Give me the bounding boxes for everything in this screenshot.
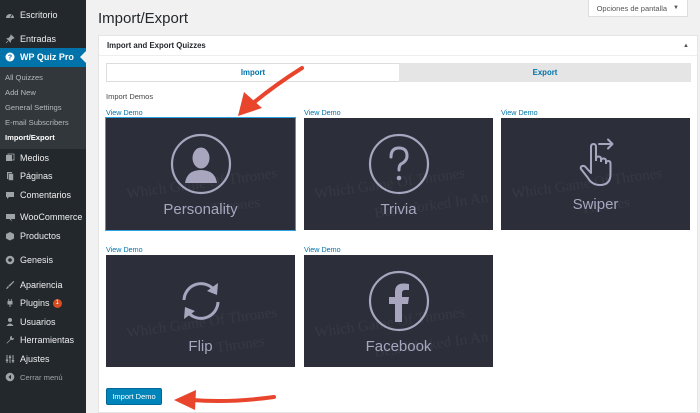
sidebar-item-label: Productos: [20, 230, 61, 241]
sidebar-item-paginas[interactable]: Páginas: [0, 167, 86, 186]
submenu-all-quizzes[interactable]: All Quizzes: [0, 70, 86, 85]
facebook-icon: [368, 270, 429, 332]
sidebar-item-medios[interactable]: Medios: [0, 149, 86, 168]
sidebar-item-entradas[interactable]: Entradas: [0, 30, 86, 49]
person-icon: [170, 133, 231, 195]
pin-icon: [2, 34, 18, 44]
wp-quiz-pro-submenu: All Quizzes Add New General Settings E-m…: [0, 66, 86, 149]
postbox-header[interactable]: Import and Export Quizzes ▲: [99, 36, 697, 56]
sidebar-item-comentarios[interactable]: Comentarios: [0, 186, 86, 205]
page-title: Import/Export: [98, 10, 189, 27]
demo-thumbnail[interactable]: Which Game Of Thrones Thrones Swiper: [501, 118, 690, 230]
red-arrow-pointer: [238, 66, 304, 116]
import-demos-label: Import Demos: [106, 92, 154, 101]
sidebar-item-herramientas[interactable]: Herramientas: [0, 331, 86, 350]
collapse-menu-button[interactable]: Cerrar menú: [0, 368, 86, 387]
demo-name: Flip: [188, 338, 213, 355]
media-icon: [2, 153, 18, 163]
sidebar-item-label: WP Quiz Pro: [20, 52, 74, 63]
collapse-toggle-icon[interactable]: ▲: [683, 43, 689, 49]
woocommerce-icon: [2, 213, 18, 222]
sidebar-item-label: Apariencia: [20, 279, 63, 290]
sidebar-item-wp-quiz-pro[interactable]: ? WP Quiz Pro: [0, 48, 86, 67]
sidebar-item-plugins[interactable]: Plugins 1: [0, 294, 86, 313]
plugins-icon: [2, 298, 18, 308]
demo-name: Swiper: [572, 196, 619, 213]
sidebar-item-label: Genesis: [20, 255, 54, 266]
question-icon: ?: [2, 52, 18, 62]
submenu-add-new[interactable]: Add New: [0, 85, 86, 100]
collapse-icon: [2, 372, 18, 382]
submenu-email-subscribers[interactable]: E-mail Subscribers: [0, 115, 86, 130]
swipe-hand-icon: [579, 138, 613, 186]
postbox-title: Import and Export Quizzes: [107, 41, 206, 50]
tools-icon: [2, 335, 18, 345]
sidebar-item-ajustes[interactable]: Ajustes: [0, 350, 86, 369]
svg-text:?: ?: [8, 55, 12, 62]
import-export-tabs: Import Export: [106, 63, 691, 82]
import-export-postbox: Import and Export Quizzes ▲ Import Expor…: [98, 35, 698, 413]
demo-card-swiper: View Demo Which Game Of Thrones Thrones …: [501, 108, 690, 230]
dashboard-icon: [2, 10, 18, 20]
sidebar-item-label: Plugins: [20, 298, 50, 309]
question-mark-icon: [368, 133, 429, 195]
view-demo-link[interactable]: View Demo: [304, 245, 493, 255]
sidebar-item-genesis[interactable]: Genesis: [0, 251, 86, 270]
sidebar-item-label: Herramientas: [20, 335, 75, 346]
sidebar-item-escritorio[interactable]: Escritorio: [0, 6, 86, 25]
demo-thumbnail[interactable]: Which Game Of Thrones Thrones Flip: [106, 255, 295, 367]
sidebar-item-label: Comentarios: [20, 189, 72, 200]
sidebar-item-usuarios[interactable]: Usuarios: [0, 313, 86, 332]
demo-name: Facebook: [365, 338, 432, 355]
import-demo-button[interactable]: Import Demo: [106, 388, 162, 405]
demo-thumbnail[interactable]: Which Game Of Thrones Best Worked In An …: [304, 118, 493, 230]
demo-thumbnail[interactable]: Which Game Of Thrones Thrones Personalit…: [105, 117, 296, 231]
sidebar-item-label: Usuarios: [20, 316, 56, 327]
sidebar-item-label: WooCommerce: [20, 212, 83, 223]
refresh-arrows-icon: [182, 282, 219, 320]
screen-options-button[interactable]: Opciones de pantalla ▼: [587, 0, 688, 17]
view-demo-link[interactable]: View Demo: [106, 245, 295, 255]
caret-down-icon: ▼: [673, 5, 679, 11]
screen-options-label: Opciones de pantalla: [596, 3, 668, 13]
sidebar-item-label: Escritorio: [20, 10, 58, 21]
demo-card-trivia: View Demo Which Game Of Thrones Best Wor…: [304, 108, 493, 230]
demo-card-flip: View Demo Which Game Of Thrones Thrones …: [106, 245, 295, 367]
demo-thumbnail[interactable]: Which Game Of Thrones Best Worked In An …: [304, 255, 493, 367]
genesis-icon: [2, 255, 18, 265]
submenu-general-settings[interactable]: General Settings: [0, 100, 86, 115]
submenu-import-export[interactable]: Import/Export: [0, 130, 86, 145]
sidebar-item-woocommerce[interactable]: WooCommerce: [0, 208, 86, 227]
pages-icon: [2, 171, 18, 182]
sidebar-item-label: Entradas: [20, 33, 57, 44]
demo-card-personality: View Demo Which Game Of Thrones Thrones …: [105, 108, 296, 231]
sidebar-item-label: Medios: [20, 152, 50, 163]
view-demo-link[interactable]: View Demo: [304, 108, 493, 118]
sidebar-item-apariencia[interactable]: Apariencia: [0, 276, 86, 295]
comments-icon: [2, 190, 18, 200]
red-arrow-pointer: [174, 390, 276, 410]
view-demo-link[interactable]: View Demo: [501, 108, 690, 118]
demo-name: Personality: [163, 201, 238, 218]
products-icon: [2, 231, 18, 241]
sidebar-item-label: Ajustes: [20, 353, 50, 364]
users-icon: [2, 317, 18, 327]
demo-name: Trivia: [380, 201, 417, 218]
sidebar-item-productos[interactable]: Productos: [0, 227, 86, 246]
admin-sidebar: Escritorio Entradas ? WP Quiz Pro All Qu…: [0, 0, 86, 413]
settings-icon: [2, 354, 18, 364]
tab-export[interactable]: Export: [399, 63, 691, 82]
appearance-icon: [2, 280, 18, 290]
demo-card-facebook: View Demo Which Game Of Thrones Best Wor…: [304, 245, 493, 367]
collapse-label: Cerrar menú: [20, 372, 63, 382]
update-count-badge: 1: [52, 298, 62, 308]
sidebar-item-label: Páginas: [20, 171, 53, 182]
